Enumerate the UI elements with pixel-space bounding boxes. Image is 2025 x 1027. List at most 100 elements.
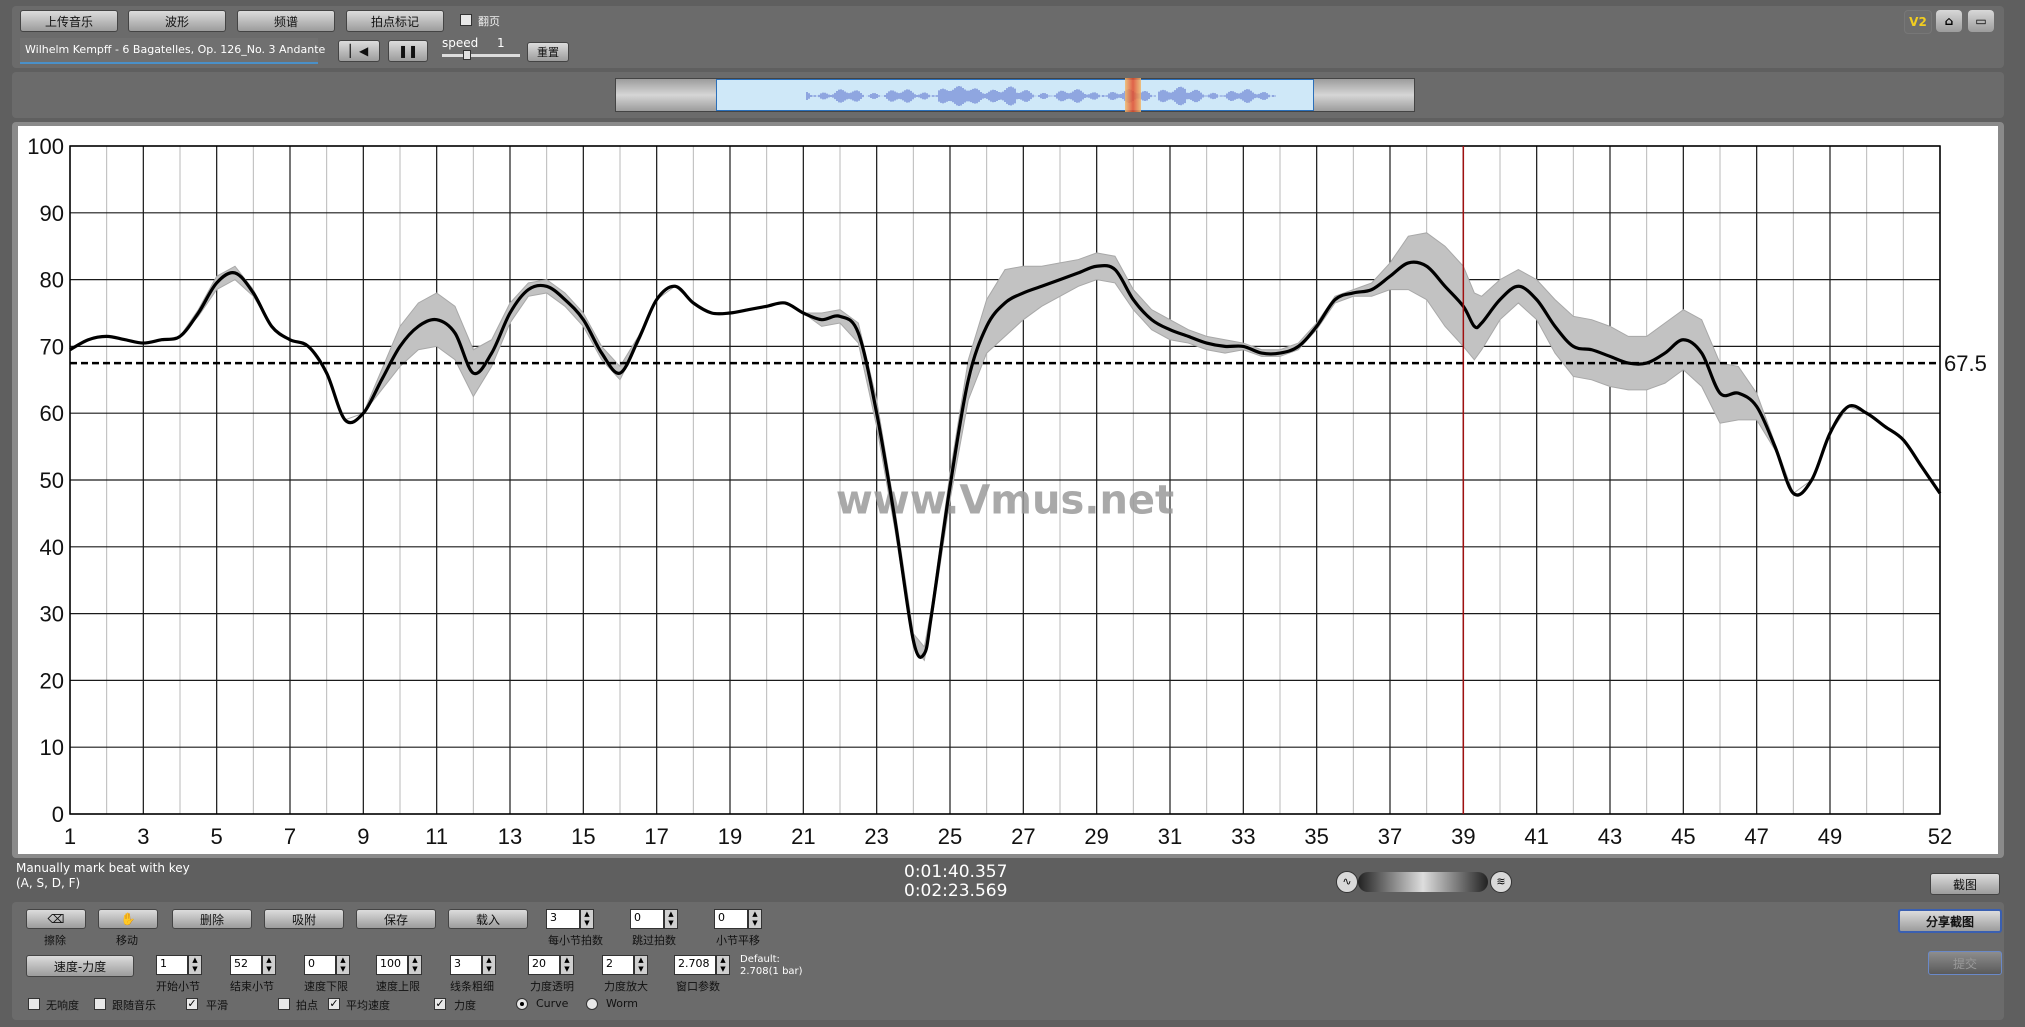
beats-per-bar-input[interactable]: 3: [546, 909, 580, 929]
dynamics-checkbox[interactable]: ✓: [434, 998, 446, 1010]
erase-button[interactable]: ⌫: [26, 909, 86, 929]
tempo-min-stepper[interactable]: ▲ ▼: [336, 955, 350, 975]
x-tick-label: 1: [64, 824, 76, 849]
volume-max-icon[interactable]: ≋: [1490, 871, 1512, 893]
fullscreen-icon[interactable]: ▭: [1968, 10, 1994, 32]
speed-slider-thumb[interactable]: [463, 50, 471, 60]
dynamics-scale-stepper[interactable]: ▲ ▼: [634, 955, 648, 975]
dynamics-alpha-input[interactable]: 20: [528, 955, 560, 975]
rewind-icon: ▏◀: [349, 44, 369, 58]
x-tick-label: 11: [425, 824, 448, 849]
curve-label: Curve: [536, 997, 569, 1010]
rewind-button[interactable]: ▏◀: [338, 40, 380, 62]
x-tick-label: 29: [1084, 824, 1108, 849]
tempo-min-label: 速度下限: [304, 980, 348, 993]
start-bar-input[interactable]: 1: [156, 955, 188, 975]
y-tick-label: 60: [40, 401, 64, 426]
x-tick-label: 41: [1524, 824, 1548, 849]
track-title-field[interactable]: Wilhelm Kempff - 6 Bagatelles, Op. 126_N…: [20, 38, 325, 64]
skip-beats-label: 跳过拍数: [632, 934, 676, 947]
x-tick-label: 25: [938, 824, 962, 849]
beat-points-label: 拍点: [296, 999, 318, 1012]
delete-button[interactable]: 删除: [172, 909, 252, 929]
smooth-label: 平滑: [206, 999, 228, 1012]
submit-button-disabled[interactable]: 提交: [1928, 951, 2002, 975]
track-title-text: Wilhelm Kempff - 6 Bagatelles, Op. 126_N…: [25, 43, 326, 56]
no-loudness-checkbox[interactable]: [28, 998, 40, 1010]
y-tick-label: 0: [52, 802, 64, 827]
x-tick-label: 21: [791, 824, 815, 849]
y-tick-label: 20: [40, 668, 64, 693]
x-tick-label: 15: [571, 824, 595, 849]
speed-value: 1: [497, 36, 505, 50]
average-tempo-label: 平均速度: [346, 999, 390, 1012]
hint-text-line2: (A, S, D, F): [16, 876, 81, 890]
load-button[interactable]: 载入: [448, 909, 528, 929]
dynamics-alpha-stepper[interactable]: ▲ ▼: [560, 955, 574, 975]
pause-button[interactable]: ❚❚: [388, 40, 428, 62]
total-time: 0:02:23.569: [904, 881, 1008, 901]
tempo-max-stepper[interactable]: ▲ ▼: [408, 955, 422, 975]
start-bar-stepper[interactable]: ▲ ▼: [188, 955, 202, 975]
skip-beats-input[interactable]: 0: [630, 909, 664, 929]
v2-badge[interactable]: V2: [1904, 10, 1932, 34]
x-tick-label: 35: [1304, 824, 1328, 849]
page-turn-checkbox[interactable]: [460, 14, 472, 26]
y-tick-label: 10: [40, 735, 64, 760]
line-thickness-input[interactable]: 3: [450, 955, 482, 975]
follow-music-checkbox[interactable]: [94, 998, 106, 1010]
home-icon[interactable]: ⌂: [1936, 10, 1962, 32]
reset-speed-button[interactable]: 重置: [527, 42, 569, 62]
dynamics-scale-input[interactable]: 2: [602, 955, 634, 975]
y-tick-label: 30: [40, 602, 64, 627]
screenshot-button[interactable]: 截图: [1930, 873, 2000, 895]
window-param-input[interactable]: 2.708: [674, 955, 716, 975]
snap-button[interactable]: 吸附: [264, 909, 344, 929]
beats-per-bar-stepper[interactable]: ▲ ▼: [580, 909, 594, 929]
y-tick-label: 70: [40, 334, 64, 359]
move-button[interactable]: ✋: [98, 909, 158, 929]
waveform-button[interactable]: 波形: [128, 10, 226, 32]
tempo-dynamics-mode-button[interactable]: 速度-力度: [26, 955, 134, 977]
end-bar-stepper[interactable]: ▲ ▼: [262, 955, 276, 975]
speed-label: speed: [442, 36, 479, 50]
window-param-label: 窗口参数: [676, 980, 720, 993]
beat-mark-button[interactable]: 拍点标记: [346, 10, 444, 32]
x-tick-label: 23: [864, 824, 888, 849]
y-tick-label: 100: [27, 134, 64, 159]
waveform-playhead[interactable]: [1125, 78, 1141, 112]
spectrum-button[interactable]: 频谱: [237, 10, 335, 32]
upload-music-button[interactable]: 上传音乐: [20, 10, 118, 32]
line-thickness-stepper[interactable]: ▲ ▼: [482, 955, 496, 975]
worm-radio[interactable]: [586, 998, 598, 1010]
skip-beats-stepper[interactable]: ▲ ▼: [664, 909, 678, 929]
volume-wave-icon[interactable]: ∿: [1336, 871, 1358, 893]
worm-label: Worm: [606, 997, 639, 1010]
speed-slider-track[interactable]: [442, 54, 520, 57]
average-tempo-label: 67.5: [1944, 351, 1987, 376]
tempo-min-input[interactable]: 0: [304, 955, 336, 975]
bar-offset-input[interactable]: 0: [714, 909, 748, 929]
save-button[interactable]: 保存: [356, 909, 436, 929]
bar-offset-stepper[interactable]: ▲ ▼: [748, 909, 762, 929]
default-hint-line1: Default:: [740, 954, 780, 965]
hint-text-line1: Manually mark beat with key: [16, 861, 190, 875]
tempo-max-input[interactable]: 100: [376, 955, 408, 975]
share-screenshot-button[interactable]: 分享截图: [1898, 909, 2002, 933]
x-tick-label: 13: [498, 824, 522, 849]
x-tick-label: 9: [357, 824, 369, 849]
window-param-stepper[interactable]: ▲ ▼: [716, 955, 730, 975]
y-tick-label: 80: [40, 268, 64, 293]
smooth-checkbox[interactable]: ✓: [186, 998, 198, 1010]
beat-points-checkbox[interactable]: [278, 998, 290, 1010]
waveform-visible-range[interactable]: [716, 79, 1314, 111]
average-tempo-checkbox[interactable]: ✓: [328, 998, 340, 1010]
tempo-chart[interactable]: 01020304050607080901001 3 5 7 9 11 13 15 17 19 21 2…: [18, 126, 1998, 854]
y-tick-label: 40: [40, 535, 64, 560]
end-bar-input[interactable]: 52: [230, 955, 262, 975]
x-tick-label: 52: [1928, 824, 1952, 849]
volume-slider[interactable]: [1358, 872, 1488, 892]
x-tick-label: 45: [1671, 824, 1695, 849]
curve-radio[interactable]: [516, 998, 528, 1010]
page-turn-label: 翻页: [478, 15, 500, 28]
